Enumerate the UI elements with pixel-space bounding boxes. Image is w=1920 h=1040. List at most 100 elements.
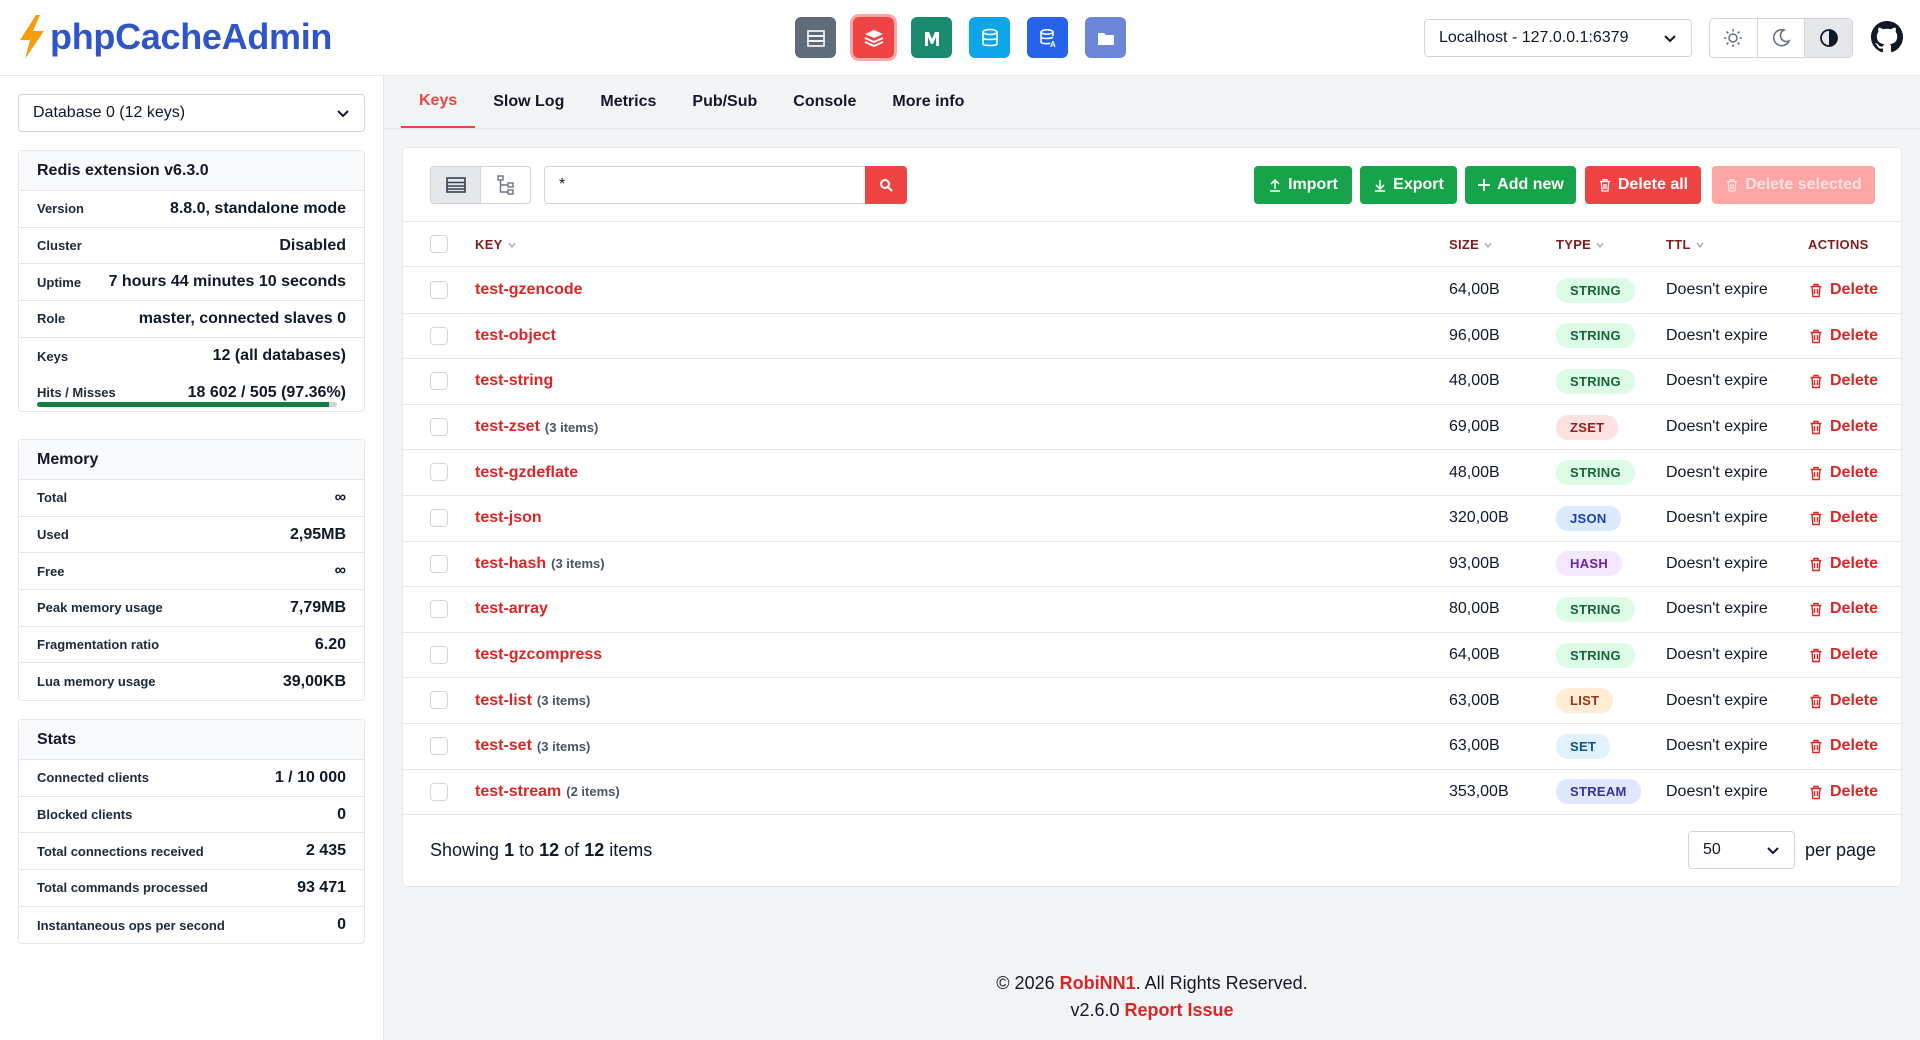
type-badge: ZSET — [1556, 414, 1619, 440]
tab-metrics[interactable]: Metrics — [582, 76, 674, 128]
key-cell: test-string — [475, 359, 553, 404]
table-header: KEY SIZE TYPE TTL ACTIONS — [403, 222, 1901, 267]
key-link[interactable]: test-gzencode — [475, 281, 583, 299]
delete-button[interactable]: Delete — [1808, 327, 1878, 345]
delete-button[interactable]: Delete — [1808, 464, 1878, 482]
trash-icon — [1810, 420, 1822, 435]
delete-button[interactable]: Delete — [1808, 555, 1878, 573]
import-button[interactable]: Import — [1254, 166, 1352, 204]
add-new-label: Add new — [1497, 176, 1564, 193]
key-link[interactable]: test-json — [475, 509, 542, 527]
row-checkbox[interactable] — [430, 645, 448, 664]
row-checkbox[interactable] — [430, 326, 448, 345]
light-theme-button[interactable] — [1710, 19, 1758, 57]
table-row: test-zset (3 items) 69,00B ZSET Doesn't expi… — [403, 405, 1901, 451]
apcu-button[interactable]: A — [1027, 17, 1068, 58]
sort-icon — [508, 242, 516, 248]
size-cell: 80,00B — [1449, 587, 1500, 632]
actions-cell: Delete — [1808, 770, 1878, 815]
row-checkbox[interactable] — [430, 737, 448, 755]
tab-more-info[interactable]: More info — [874, 76, 982, 128]
actions-cell: Delete — [1808, 542, 1878, 587]
github-icon[interactable] — [1871, 21, 1903, 53]
dark-theme-button[interactable] — [1758, 19, 1806, 57]
row-label: Instantaneous ops per second — [37, 917, 225, 933]
stat-row: Blocked clients 0 — [19, 797, 364, 834]
key-link[interactable]: test-hash — [475, 555, 546, 573]
column-header-type[interactable]: TYPE — [1556, 222, 1605, 267]
key-link[interactable]: test-gzcompress — [475, 646, 602, 664]
row-checkbox[interactable] — [430, 463, 448, 482]
system-theme-button[interactable] — [1805, 19, 1852, 57]
size-value: 320,00B — [1449, 509, 1509, 527]
export-button[interactable]: Export — [1360, 166, 1457, 204]
tab-pub-sub[interactable]: Pub/Sub — [674, 76, 775, 128]
per-page-select[interactable]: 50 — [1688, 831, 1795, 869]
delete-button[interactable]: Delete — [1808, 372, 1878, 390]
delete-button[interactable]: Delete — [1808, 783, 1878, 801]
column-header-size[interactable]: SIZE — [1449, 222, 1493, 267]
database-select[interactable]: Database 0 (12 keys) — [18, 94, 365, 132]
redis-button[interactable] — [853, 17, 894, 58]
delete-button[interactable]: Delete — [1808, 418, 1878, 436]
delete-all-label: Delete all — [1617, 176, 1689, 193]
key-link[interactable]: test-stream — [475, 783, 561, 801]
opcache-button[interactable] — [969, 17, 1010, 58]
tab-keys[interactable]: Keys — [401, 76, 476, 128]
key-search-input[interactable] — [544, 166, 867, 204]
row-checkbox[interactable] — [430, 691, 448, 710]
key-cell: test-json — [475, 496, 542, 541]
delete-button[interactable]: Delete — [1808, 600, 1878, 618]
add-new-button[interactable]: Add new — [1465, 166, 1576, 204]
delete-label: Delete — [1830, 418, 1879, 436]
tab-console[interactable]: Console — [775, 76, 874, 128]
ttl-value: Doesn't expire — [1666, 737, 1768, 755]
key-link[interactable]: test-gzdeflate — [475, 464, 578, 482]
row-checkbox[interactable] — [430, 600, 448, 619]
row-checkbox[interactable] — [430, 417, 448, 436]
select-all-checkbox[interactable] — [430, 235, 448, 253]
author-link[interactable]: RobiNN1 — [1060, 973, 1136, 993]
row-value: 39,00KB — [282, 672, 346, 690]
column-header-ttl[interactable]: TTL — [1666, 222, 1705, 267]
search-button[interactable] — [865, 166, 907, 204]
delete-button[interactable]: Delete — [1808, 692, 1878, 710]
size-value: 64,00B — [1449, 281, 1500, 299]
row-checkbox[interactable] — [430, 372, 448, 391]
key-link[interactable]: test-string — [475, 372, 553, 390]
memcached-button[interactable] — [911, 17, 952, 58]
size-cell: 48,00B — [1449, 359, 1500, 404]
type-badge: LIST — [1556, 688, 1614, 714]
row-checkbox[interactable] — [430, 554, 448, 573]
stat-row: Instantaneous ops per second 0 — [19, 907, 364, 944]
key-link[interactable]: test-array — [475, 600, 548, 618]
report-issue-link[interactable]: Report Issue — [1125, 1000, 1234, 1020]
tree-view-button[interactable] — [481, 167, 530, 203]
key-link[interactable]: test-list — [475, 692, 532, 710]
column-header-key[interactable]: KEY — [475, 222, 517, 267]
delete-button[interactable]: Delete — [1808, 646, 1878, 664]
server-button[interactable] — [795, 17, 836, 58]
memcached-icon — [924, 31, 939, 46]
table-view-button[interactable] — [431, 167, 481, 203]
delete-selected-button[interactable]: Delete selected — [1712, 166, 1875, 204]
delete-button[interactable]: Delete — [1808, 737, 1878, 755]
row-checkbox[interactable] — [430, 509, 448, 527]
server-select[interactable]: Localhost - 127.0.0.1:6379 — [1424, 19, 1692, 57]
stat-row: Free ∞ — [19, 553, 364, 591]
key-link[interactable]: test-set — [475, 737, 532, 755]
key-link[interactable]: test-object — [475, 327, 556, 345]
row-checkbox[interactable] — [430, 281, 448, 299]
stat-row: Role master, connected slaves 0 — [19, 301, 364, 338]
tab-slow-log[interactable]: Slow Log — [475, 76, 582, 128]
delete-button[interactable]: Delete — [1808, 509, 1878, 527]
ttl-cell: Doesn't expire — [1666, 678, 1768, 723]
size-value: 93,00B — [1449, 554, 1500, 572]
logo[interactable]: phpCacheAdmin — [16, 14, 332, 60]
row-checkbox[interactable] — [430, 782, 448, 801]
key-link[interactable]: test-zset — [475, 418, 540, 436]
delete-button[interactable]: Delete — [1808, 281, 1878, 299]
delete-all-button[interactable]: Delete all — [1585, 166, 1701, 204]
delete-label: Delete — [1830, 737, 1879, 755]
file-cache-button[interactable] — [1085, 17, 1126, 58]
